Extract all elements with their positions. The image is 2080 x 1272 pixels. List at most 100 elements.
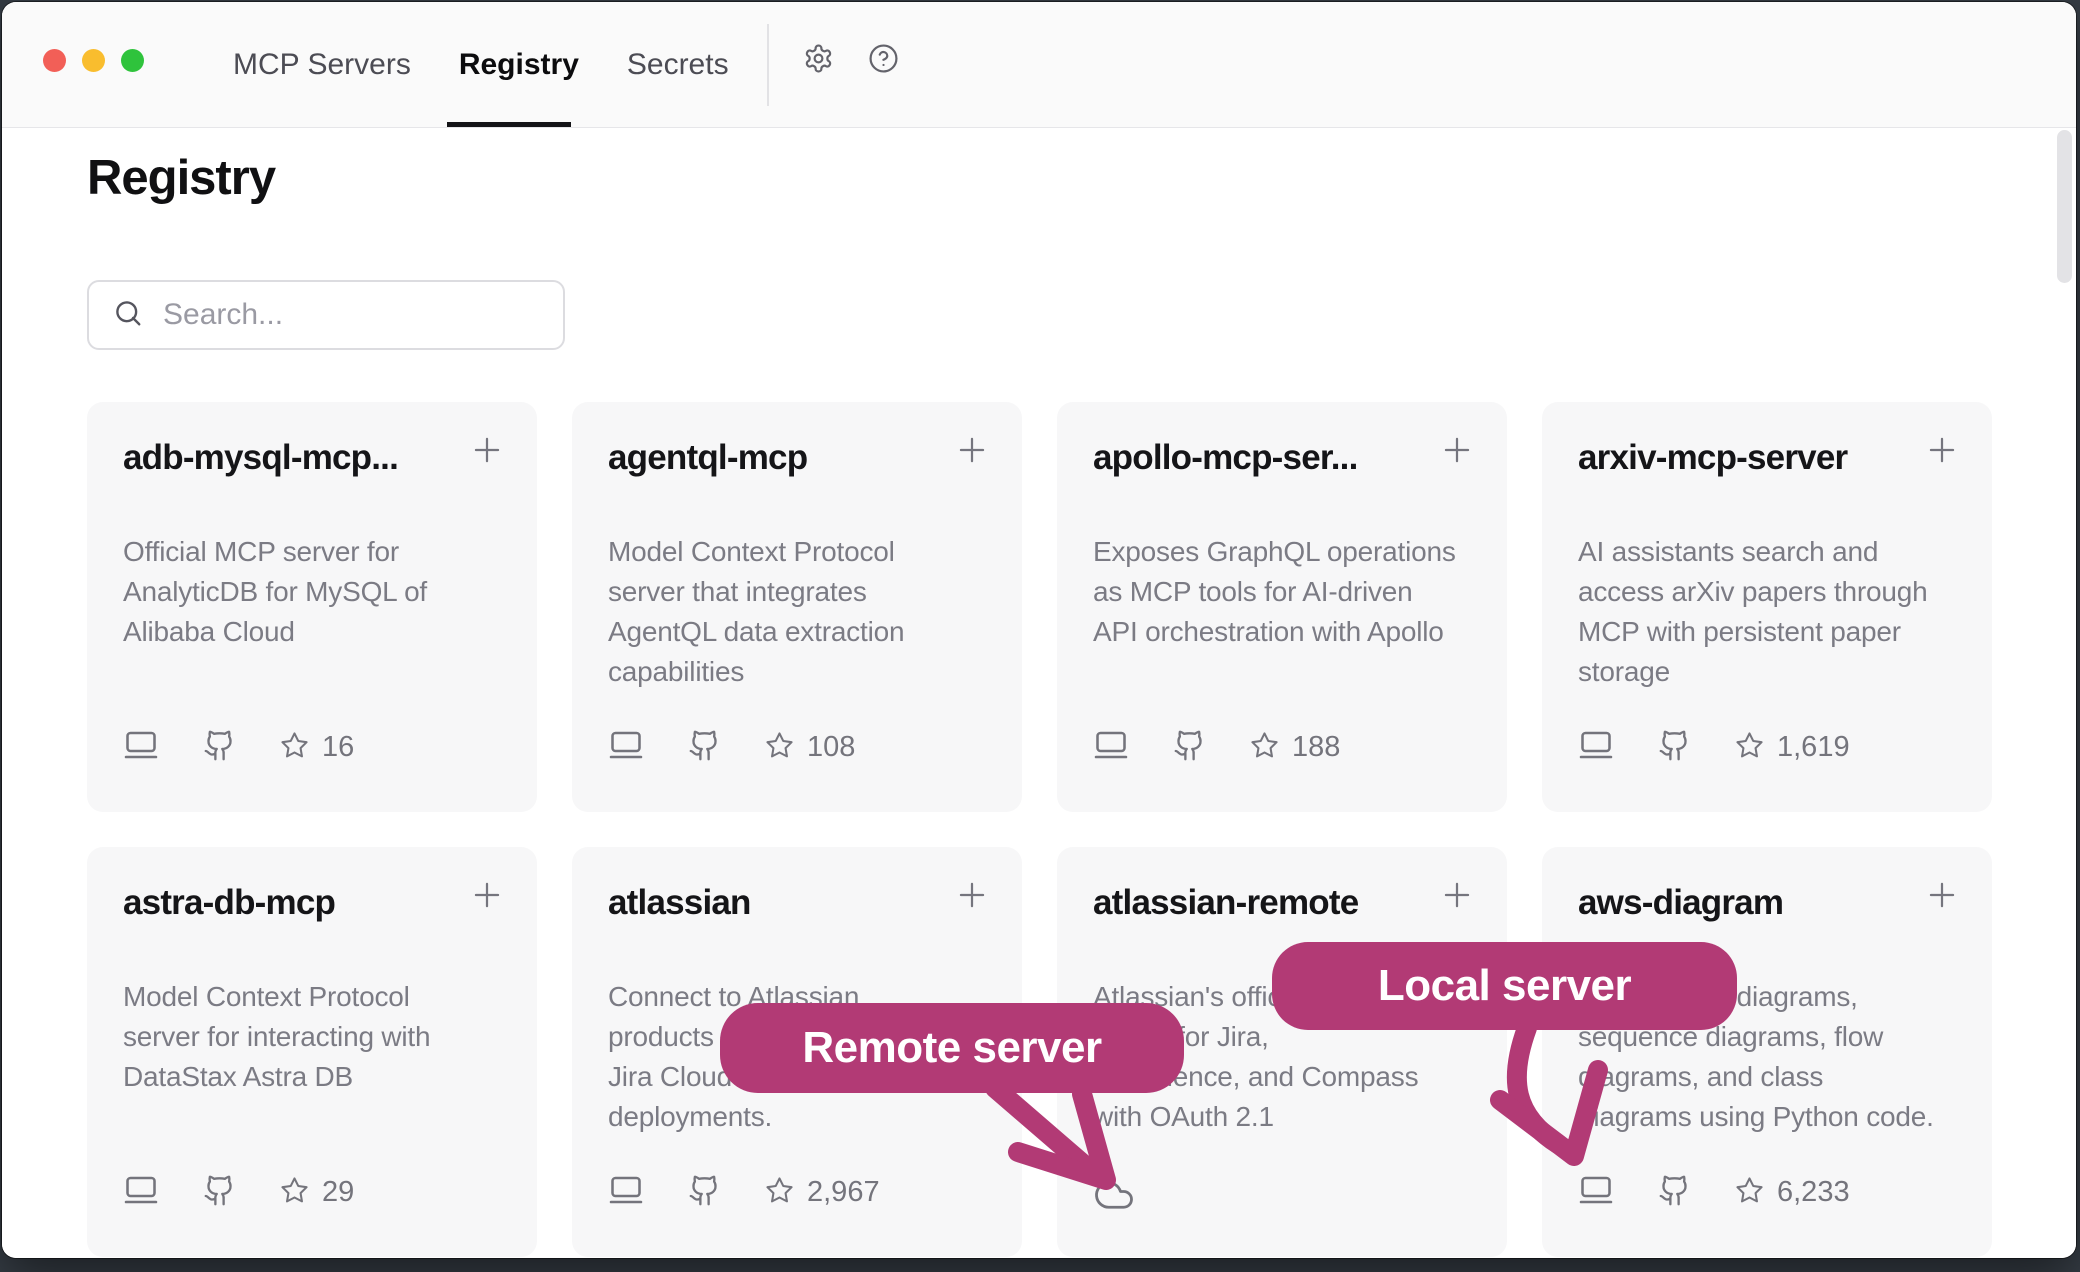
add-server-button[interactable] — [1920, 430, 1964, 474]
server-description: Official MCP server forAnalyticDB for My… — [123, 532, 517, 652]
plus-icon — [468, 431, 506, 474]
help-icon — [868, 43, 899, 79]
add-server-button[interactable] — [1435, 875, 1479, 919]
close-button[interactable] — [43, 49, 66, 72]
server-description-line: Model Context Protocol — [123, 977, 517, 1017]
server-description-line: diagrams, and class — [1578, 1057, 1972, 1097]
remote-server-callout: Remote server — [720, 1003, 1184, 1093]
laptop-icon — [1578, 1172, 1614, 1213]
server-card[interactable]: apollo-mcp-ser... Exposes GraphQL operat… — [1057, 402, 1507, 812]
star-count: 2,967 — [807, 1176, 880, 1209]
server-name: aws-diagram — [1578, 883, 1906, 923]
header-divider — [767, 24, 769, 106]
star-count-group: 2,967 — [765, 1176, 880, 1210]
add-server-button[interactable] — [465, 875, 509, 919]
github-icon — [203, 1174, 236, 1212]
server-description-line: with OAuth 2.1 — [1093, 1097, 1487, 1137]
server-card[interactable]: adb-mysql-mcp... Official MCP server for… — [87, 402, 537, 812]
search-box — [87, 280, 565, 350]
star-icon — [765, 1176, 794, 1210]
server-card-grid: adb-mysql-mcp... Official MCP server for… — [87, 402, 1992, 1257]
server-card-footer: 29 — [123, 1172, 354, 1213]
search-input[interactable] — [161, 297, 551, 333]
laptop-icon — [608, 1172, 644, 1213]
plus-icon — [1438, 876, 1476, 919]
server-description-line: deployments. — [608, 1097, 1002, 1137]
server-name: apollo-mcp-ser... — [1093, 438, 1421, 478]
local-server-callout: Local server — [1272, 942, 1737, 1030]
server-card[interactable]: arxiv-mcp-server AI assistants search an… — [1542, 402, 1992, 812]
star-count: 188 — [1292, 731, 1340, 764]
server-description-line: Exposes GraphQL operations — [1093, 532, 1487, 572]
server-description-line: diagrams using Python code. — [1578, 1097, 1972, 1137]
server-description: Exposes GraphQL operationsas MCP tools f… — [1093, 532, 1487, 652]
laptop-icon — [1093, 727, 1129, 768]
server-card-footer: 6,233 — [1578, 1172, 1850, 1213]
minimize-button[interactable] — [82, 49, 105, 72]
server-description-line: Official MCP server for — [123, 532, 517, 572]
add-server-button[interactable] — [950, 430, 994, 474]
tab-secrets[interactable]: Secrets — [627, 48, 729, 82]
star-count-group: 6,233 — [1735, 1176, 1850, 1210]
plus-icon — [1923, 876, 1961, 919]
server-name: arxiv-mcp-server — [1578, 438, 1906, 478]
server-description-line: as MCP tools for AI-driven — [1093, 572, 1487, 612]
github-icon — [1173, 729, 1206, 767]
star-count-group: 188 — [1250, 731, 1340, 765]
plus-icon — [468, 876, 506, 919]
server-description-line: AgentQL data extraction — [608, 612, 1002, 652]
add-server-button[interactable] — [1920, 875, 1964, 919]
star-icon — [1735, 731, 1764, 765]
server-description-line: API orchestration with Apollo — [1093, 612, 1487, 652]
search-icon — [113, 298, 143, 333]
server-description-line: Alibaba Cloud — [123, 612, 517, 652]
server-card-footer: 108 — [608, 727, 855, 768]
server-description-line: server for interacting with — [123, 1017, 517, 1057]
add-server-button[interactable] — [465, 430, 509, 474]
server-description: AI assistants search andaccess arXiv pap… — [1578, 532, 1972, 692]
server-description-line: server that integrates — [608, 572, 1002, 612]
server-card-footer: 2,967 — [608, 1172, 880, 1213]
star-count: 29 — [322, 1176, 354, 1209]
laptop-icon — [123, 727, 159, 768]
active-tab-indicator — [447, 122, 571, 127]
star-icon — [280, 731, 309, 765]
server-card-footer — [1093, 1174, 1135, 1221]
server-description-line: Model Context Protocol — [608, 532, 1002, 572]
star-icon — [765, 731, 794, 765]
plus-icon — [953, 876, 991, 919]
server-card[interactable]: agentql-mcp Model Context Protocolserver… — [572, 402, 1022, 812]
server-name: atlassian — [608, 883, 936, 923]
server-name: atlassian-remote — [1093, 883, 1421, 923]
star-icon — [280, 1176, 309, 1210]
tab-mcp-servers[interactable]: MCP Servers — [233, 48, 411, 82]
traffic-lights — [43, 49, 144, 72]
vertical-scrollbar-thumb[interactable] — [2057, 130, 2072, 283]
local-server-callout-label: Local server — [1378, 961, 1631, 1011]
help-button[interactable] — [855, 33, 911, 89]
star-count-group: 29 — [280, 1176, 354, 1210]
add-server-button[interactable] — [1435, 430, 1479, 474]
server-card[interactable]: aws-diagram Create AWS diagrams,sequence… — [1542, 847, 1992, 1257]
server-card[interactable]: astra-db-mcp Model Context Protocolserve… — [87, 847, 537, 1257]
remote-server-callout-label: Remote server — [802, 1023, 1101, 1073]
server-description-line: storage — [1578, 652, 1972, 692]
tab-registry[interactable]: Registry — [459, 48, 579, 82]
zoom-button[interactable] — [121, 49, 144, 72]
plus-icon — [953, 431, 991, 474]
star-count: 108 — [807, 731, 855, 764]
server-description-line: AnalyticDB for MySQL of — [123, 572, 517, 612]
server-card-footer: 16 — [123, 727, 354, 768]
github-icon — [1658, 1174, 1691, 1212]
server-card-footer: 1,619 — [1578, 727, 1850, 768]
plus-icon — [1923, 431, 1961, 474]
server-description-line: capabilities — [608, 652, 1002, 692]
server-description-line: DataStax Astra DB — [123, 1057, 517, 1097]
star-count: 1,619 — [1777, 731, 1850, 764]
gear-icon — [803, 43, 834, 79]
add-server-button[interactable] — [950, 875, 994, 919]
plus-icon — [1438, 431, 1476, 474]
server-name: adb-mysql-mcp... — [123, 438, 451, 478]
github-icon — [688, 729, 721, 767]
settings-button[interactable] — [790, 33, 846, 89]
